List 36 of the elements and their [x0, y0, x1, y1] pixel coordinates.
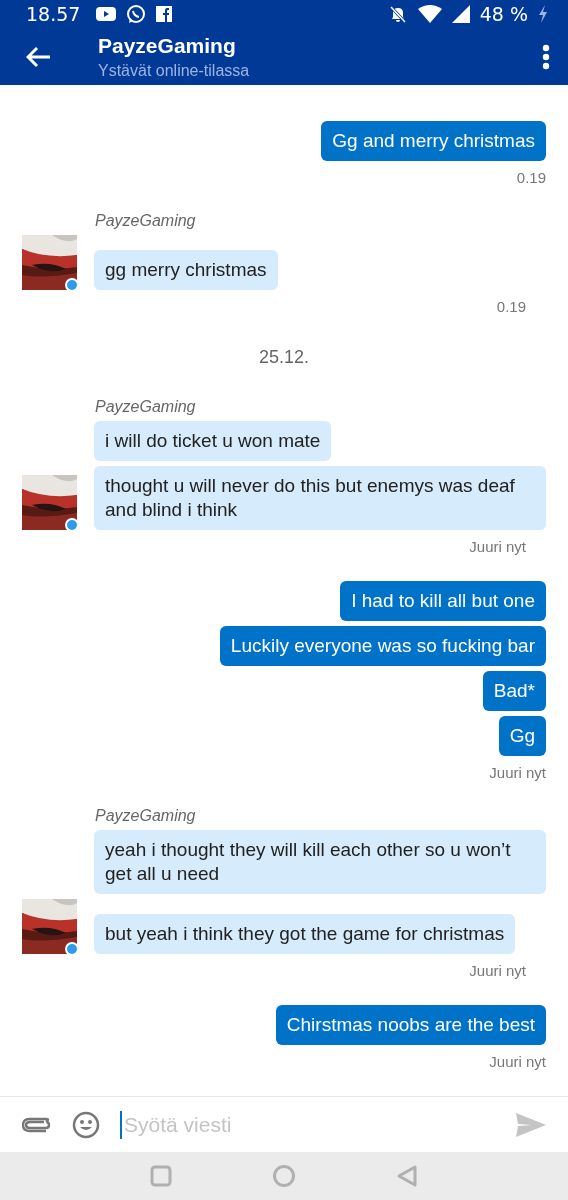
emoji-button[interactable]: [72, 1110, 100, 1139]
sender-name: PayzeGaming: [95, 212, 197, 231]
status-time: 18.57: [26, 3, 81, 26]
contact-name: PayzeGaming: [98, 33, 237, 58]
sent-message: I had to kill all but one: [340, 581, 546, 622]
contact-status: Ystävät online-tilassa: [98, 61, 251, 80]
back-button[interactable]: [26, 45, 52, 68]
attach-button[interactable]: [22, 1116, 52, 1133]
message-time: Juuri nyt: [469, 962, 526, 980]
signal-icon: [451, 5, 470, 24]
sender-name: PayzeGaming: [95, 398, 197, 417]
more-options-button[interactable]: [542, 43, 550, 70]
message-time: Juuri nyt: [469, 538, 526, 556]
wifi-icon: [417, 5, 442, 24]
sent-message: Bad*: [482, 671, 546, 712]
received-message: i will do ticket u won mate: [94, 421, 332, 462]
muted-bell-icon: [387, 4, 408, 25]
message-time: Juuri nyt: [489, 764, 546, 782]
sent-message: Gg: [498, 716, 546, 757]
received-message: but yeah i think they got the game for christmas: [94, 914, 516, 955]
chat-icon: [126, 4, 147, 25]
message-time: 0.19: [496, 298, 526, 316]
message-time: Juuri nyt: [489, 1053, 546, 1071]
social-icon: [156, 6, 173, 23]
received-message: gg merry christmas: [94, 250, 278, 291]
message-time: 0.19: [516, 169, 546, 187]
battery-percentage: 48 %: [479, 3, 528, 26]
date-separator: 25.12.: [258, 347, 309, 369]
charging-icon: [538, 5, 548, 24]
received-message: yeah i thought they will kill each other so u won’t get all u need: [94, 830, 546, 895]
received-message: thought u will never do this but enemys was deaf and blind i think: [94, 466, 546, 531]
sent-message: Luckily everyone was so fucking bar: [219, 626, 546, 667]
sent-message: Gg and merry christmas: [321, 121, 546, 162]
sent-message: Chirstmas noobs are the best: [275, 1005, 546, 1046]
sender-name: PayzeGaming: [95, 807, 197, 826]
video-icon: [96, 7, 117, 22]
